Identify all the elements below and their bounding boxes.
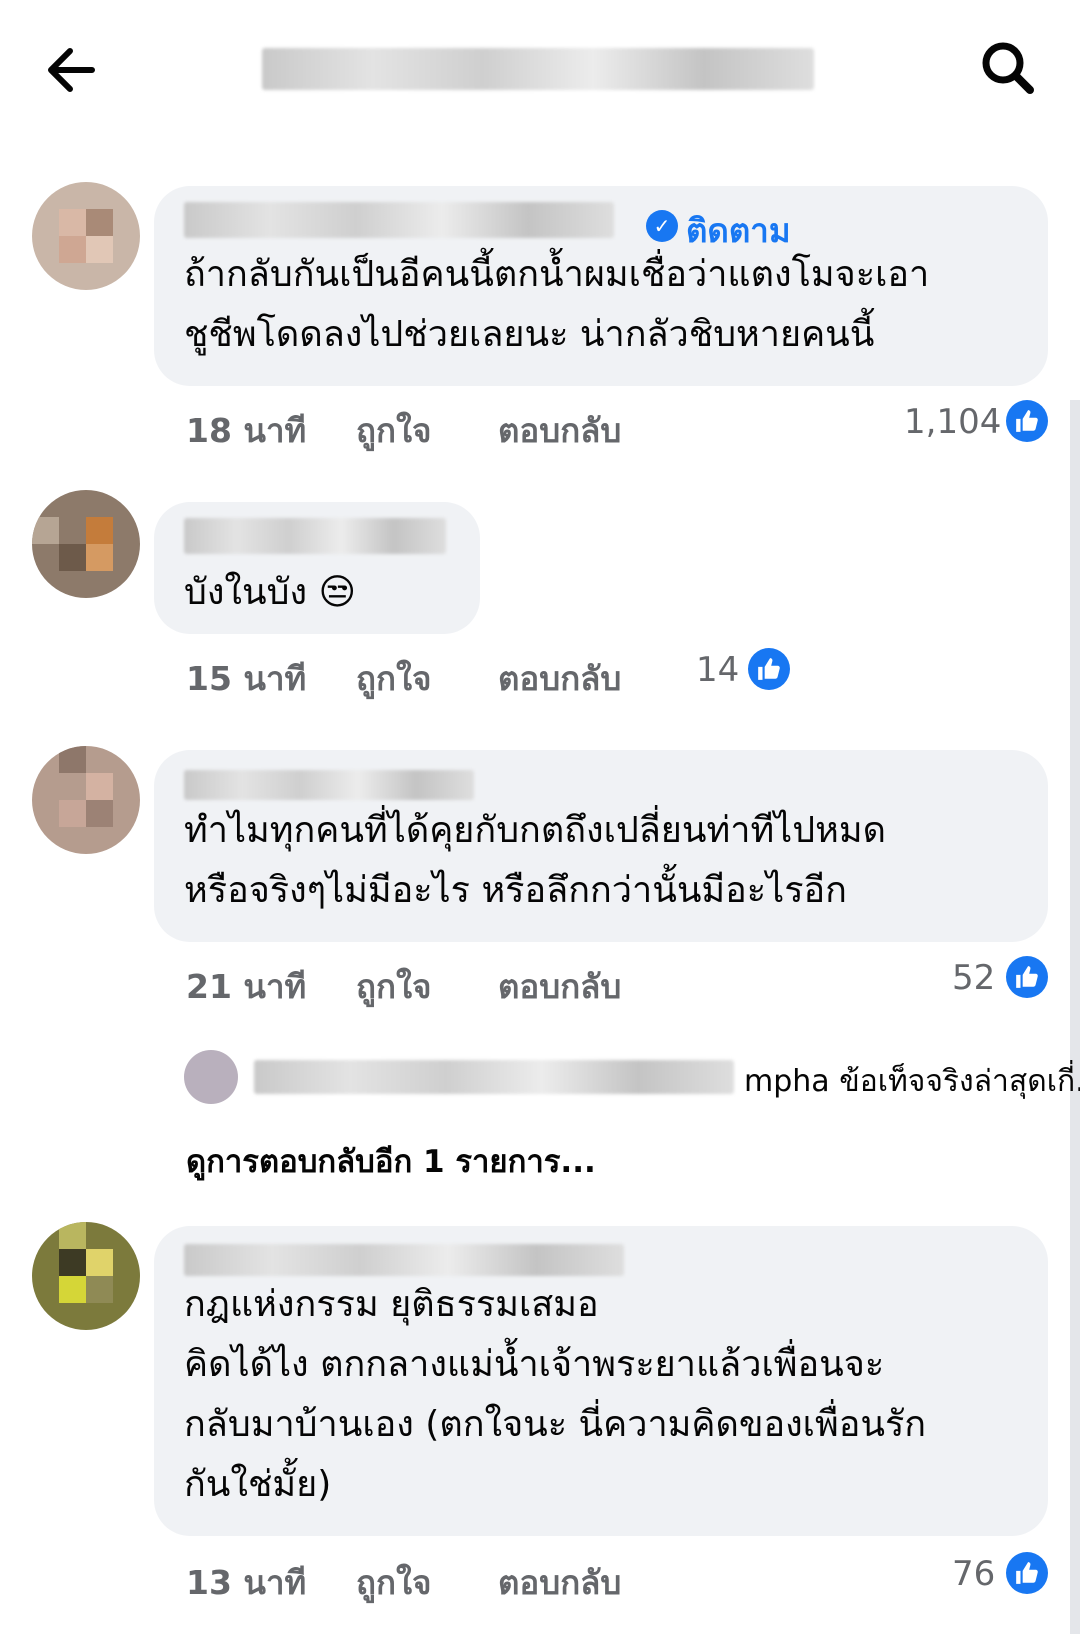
thumbs-up-icon — [748, 648, 790, 690]
like-button[interactable]: ถูกใจ — [356, 404, 431, 457]
top-bar — [0, 0, 1080, 140]
avatar[interactable] — [32, 490, 140, 598]
timestamp: 13 นาที — [186, 1563, 307, 1602]
comment-text-line: ถ้ากลับกันเป็นอีคนนี้ตกน้ำผมเชื่อว่าแตงโ… — [184, 254, 930, 295]
author-name-blurred[interactable] — [184, 518, 446, 554]
reply-button[interactable]: ตอบกลับ — [498, 404, 621, 457]
comment-text-line: กลับมาบ้านเอง (ตกใจนะ นี่ความคิดของเพื่อ… — [184, 1404, 927, 1445]
back-button[interactable] — [40, 38, 104, 102]
reply-preview-text: mpha ข้อเท็จจริงล่าสุดเกี่... — [744, 1064, 1080, 1099]
author-name-blurred[interactable] — [184, 770, 474, 800]
avatar[interactable] — [32, 1222, 140, 1330]
avatar[interactable] — [184, 1050, 238, 1104]
like-button[interactable]: ถูกใจ — [356, 1556, 431, 1609]
comment-text-line: ทำไมทุกคนที่ได้คุยกับกตถึงเปลี่ยนท่าทีไป… — [184, 810, 886, 851]
comment-text-line: ชูชีพโดดลงไปช่วยเลยนะ น่ากลัวชิบหายคนนี้ — [184, 314, 875, 355]
view-more-replies-link[interactable]: ดูการตอบกลับอีก 1 รายการ... — [186, 1136, 596, 1186]
timestamp: 18 นาที — [186, 411, 307, 450]
verified-badge-icon: ✓ — [646, 210, 678, 242]
like-button[interactable]: ถูกใจ — [356, 652, 431, 705]
like-button[interactable]: ถูกใจ — [356, 960, 431, 1013]
thumbs-up-icon — [1006, 1552, 1048, 1594]
reply-button[interactable]: ตอบกลับ — [498, 960, 621, 1013]
reply-button[interactable]: ตอบกลับ — [498, 652, 621, 705]
page-title-blurred — [262, 48, 814, 90]
comment-text-line: บังในบัง 😒 — [184, 572, 357, 613]
avatar[interactable] — [32, 746, 140, 854]
timestamp: 15 นาที — [186, 659, 307, 698]
comment-bubble[interactable]: บังในบัง 😒 — [154, 502, 480, 634]
reaction-count[interactable]: 14 — [696, 650, 739, 690]
search-icon — [982, 42, 1034, 94]
reply-preview[interactable]: mpha ข้อเท็จจริงล่าสุดเกี่... — [184, 1050, 1080, 1106]
timestamp: 21 นาที — [186, 967, 307, 1006]
search-button[interactable] — [976, 36, 1040, 100]
avatar[interactable] — [32, 182, 140, 290]
thumbs-up-icon — [1006, 400, 1048, 442]
author-name-blurred[interactable] — [184, 202, 614, 238]
reply-author-blurred — [254, 1060, 734, 1094]
reaction-count[interactable]: 52 — [952, 958, 995, 998]
comment-text-line: กฎแห่งกรรม ยุติธรรมเสมอ — [184, 1284, 599, 1325]
author-name-blurred[interactable] — [184, 1244, 624, 1276]
comment-bubble[interactable]: กฎแห่งกรรม ยุติธรรมเสมอ คิดได้ไง ตกกลางแ… — [154, 1226, 1048, 1536]
comment-bubble[interactable]: ทำไมทุกคนที่ได้คุยกับกตถึงเปลี่ยนท่าทีไป… — [154, 750, 1048, 942]
scrollbar[interactable] — [1070, 400, 1080, 1634]
comment-bubble[interactable]: ✓ ติดตาม ถ้ากลับกันเป็นอีคนนี้ตกน้ำผมเชื… — [154, 186, 1048, 386]
comment-text-line: คิดได้ไง ตกกลางแม่น้ำเจ้าพระยาแล้วเพื่อน… — [184, 1344, 885, 1385]
reply-button[interactable]: ตอบกลับ — [498, 1556, 621, 1609]
arrow-left-icon — [48, 48, 95, 92]
reaction-count[interactable]: 1,104 — [904, 402, 1001, 442]
comment-text-line: กันใช่มั้ย) — [184, 1464, 332, 1505]
thumbs-up-icon — [1006, 956, 1048, 998]
comment-text-line: หรือจริงๆไม่มีอะไร หรือลึกกว่านั้นมีอะไร… — [184, 870, 847, 911]
reaction-count[interactable]: 76 — [952, 1554, 995, 1594]
